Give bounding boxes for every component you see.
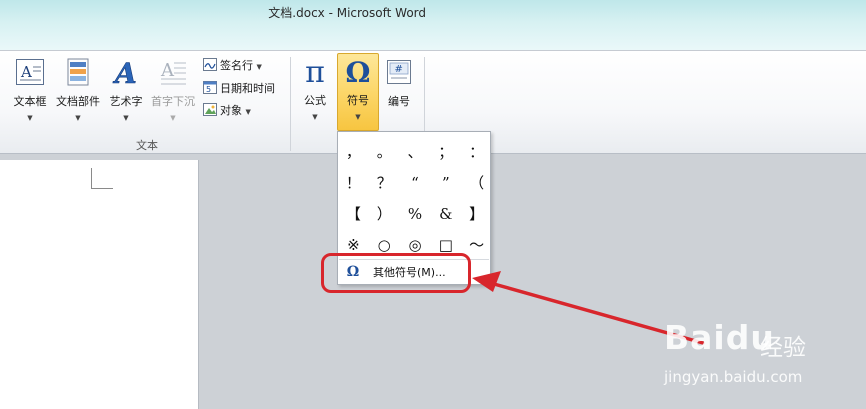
watermark-logo: Baidu (664, 318, 775, 357)
watermark-text: 经验 (760, 335, 806, 361)
baidu-watermark: Baidu 经验 jingyan.baidu.com (664, 318, 864, 408)
watermark-url: jingyan.baidu.com (664, 368, 803, 386)
